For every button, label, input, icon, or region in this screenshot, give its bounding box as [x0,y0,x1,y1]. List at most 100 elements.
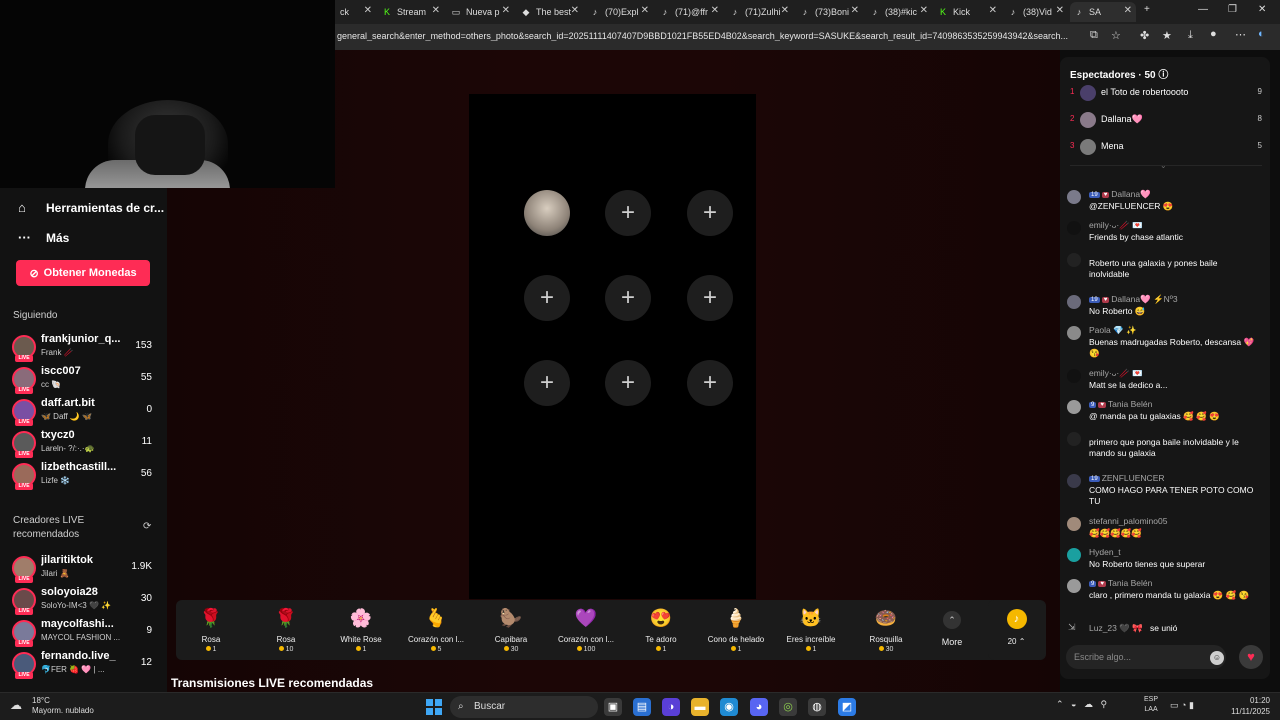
edge-icon[interactable]: ◉ [720,698,738,716]
browser-tab[interactable]: ck ✕ [336,2,376,22]
tab-close-icon[interactable]: ✕ [711,5,719,16]
clock[interactable]: 01:20 11/11/2025 [1222,695,1270,717]
new-tab-button[interactable]: + [1144,4,1150,15]
downloads-icon[interactable]: ⤓ [1188,29,1193,42]
minimize-button[interactable]: — [1198,4,1208,15]
creator-item[interactable]: LIVE soloyoia28 SoloYo-IM<3 🖤 ✨ 30 [10,586,160,618]
copilot-app-icon[interactable]: ◑ [662,698,680,716]
app-icon-green[interactable]: ◎ [779,698,797,716]
profile-icon[interactable]: ● [1210,28,1217,40]
creator-item[interactable]: LIVE maycolfashi... MAYCOL FASHION ... 9 [10,618,160,650]
gift-item[interactable]: 🌹 Rosa 10 [251,604,321,658]
browser-tab[interactable]: K Kick ✕ [934,2,1001,22]
tab-close-icon[interactable]: ✕ [432,5,440,16]
tab-close-icon[interactable]: ✕ [364,5,372,16]
tab-close-icon[interactable]: ✕ [989,5,997,16]
following-item[interactable]: LIVE frankjunior_q... Frank 🥢 153 [10,333,160,365]
gift-item[interactable]: 🌸 White Rose 1 [326,604,396,658]
gift-price-value: 100 [583,646,596,653]
menu-dots-icon[interactable]: ⋯ [1235,28,1246,41]
taskbar-search[interactable]: ⌕ Buscar [450,696,598,718]
maximize-button[interactable]: ❐ [1228,4,1237,15]
favorites-icon[interactable]: ★ [1162,29,1172,42]
gift-item[interactable]: 🦫 Capibara 30 [476,604,546,658]
add-guest-plus-icon[interactable]: + [687,275,733,321]
get-coins-button[interactable]: ⊘ Obtener Monedas [16,260,150,286]
heart-icon[interactable]: ♥ [1239,645,1263,669]
network-volume-battery-icons[interactable]: ▭ ◔ ▮ [1170,700,1194,711]
tab-label: (38)Vid [1023,7,1052,17]
sidebar-link-creator-tools[interactable]: ⌂ Herramientas de cr... [18,200,164,215]
following-item[interactable]: LIVE daff.art.bit 🦋 Daff 🌙 🦋 0 [10,397,160,429]
browser-tab[interactable]: ♪ (71)Zulhi ✕ [726,2,793,22]
gift-item[interactable]: 🐱 Eres increíble 1 [776,604,846,658]
creator-item[interactable]: LIVE fernando.live_ 🐬FER 🍓 🩷 | ... 12 [10,650,160,682]
live-badge: LIVE [15,387,33,394]
add-guest-plus-icon[interactable]: + [524,275,570,321]
task-view-icon[interactable]: ▣ [604,698,622,716]
app-icon-blue[interactable]: ◩ [838,698,856,716]
add-guest-plus-icon[interactable]: + [605,275,651,321]
browser-tab[interactable]: ◆ The best ✕ [517,2,583,22]
following-item[interactable]: LIVE txycz0 Lareln- ?/:·.·🐢 11 [10,429,160,461]
sidebar-link-more[interactable]: ··· Más [18,230,69,245]
browser-tab[interactable]: K Stream ✕ [378,2,444,22]
following-item[interactable]: LIVE iscc007 cc 🐚 55 [10,365,160,397]
host-avatar[interactable] [524,190,570,236]
file-explorer-icon[interactable]: ▬ [691,698,709,716]
gift-item[interactable]: 🍦 Cono de helado 1 [701,604,771,658]
copilot-icon[interactable]: ◐ [1258,28,1265,40]
emoji-icon[interactable]: ☺ [1210,651,1224,665]
gift-item[interactable]: 😍 Te adoro 1 [626,604,696,658]
browser-tab[interactable]: ♪ (70)Expl ✕ [586,2,653,22]
browser-tab[interactable]: ♪ SA ✕ [1070,2,1136,22]
add-guest-plus-icon[interactable]: + [687,190,733,236]
gift-item[interactable]: 🍩 Rosquilla 30 [851,604,921,658]
browser-tab[interactable]: ♪ (38)Vid ✕ [1004,2,1068,22]
language-indicator[interactable]: ESP LAA [1144,695,1158,715]
spectators-title[interactable]: Espectadores · 50 ⓘ [1070,66,1168,81]
tab-close-icon[interactable]: ✕ [571,5,579,16]
extensions-icon[interactable]: ✤ [1140,29,1149,42]
url-field[interactable]: general_search&enter_method=others_photo… [337,31,1087,41]
tab-close-icon[interactable]: ✕ [1056,5,1064,16]
tab-close-icon[interactable]: ✕ [502,5,510,16]
tab-label: ck [340,7,349,17]
bookmark-star-icon[interactable]: ☆ [1111,29,1121,42]
tab-close-icon[interactable]: ✕ [781,5,789,16]
tab-close-icon[interactable]: ✕ [851,5,859,16]
tab-close-icon[interactable]: ✕ [920,5,928,16]
browser-tab[interactable]: ♪ (71)@ffr ✕ [656,2,723,22]
add-guest-plus-icon[interactable]: + [524,360,570,406]
top-viewer-row[interactable]: 3 Mena 5 [1066,137,1262,157]
following-item[interactable]: LIVE lizbethcastill... Lizfe ❄️ 56 [10,461,160,493]
discord-icon[interactable]: ◕ [750,698,768,716]
page-icon: ◆ [522,7,530,17]
browser-tab[interactable]: ▭ Nueva p ✕ [447,2,514,22]
windows-start-icon[interactable] [426,699,442,715]
system-tray[interactable]: ⌃ ◒ ☁ ⚲ [1056,699,1107,710]
close-window-button[interactable]: ✕ [1258,4,1266,15]
add-guest-plus-icon[interactable]: + [605,190,651,236]
browser-tab[interactable]: ♪ (38)#kic ✕ [866,2,932,22]
add-guest-plus-icon[interactable]: + [687,360,733,406]
gift-item[interactable]: 🌹 Rosa 1 [176,604,246,658]
username-text: Hyden_t [1089,547,1121,557]
store-icon[interactable]: ▤ [633,698,651,716]
obs-icon[interactable]: ◍ [808,698,826,716]
open-external-icon[interactable]: ⧉ [1090,29,1098,42]
viewer-name: Dallana🩷 [1101,114,1143,124]
tab-close-icon[interactable]: ✕ [1124,5,1132,16]
browser-tab[interactable]: ♪ (73)Boni ✕ [796,2,863,22]
top-viewer-row[interactable]: 2 Dallana🩷 8 [1066,110,1262,130]
add-guest-plus-icon[interactable]: + [605,360,651,406]
chat-input[interactable]: Escribe algo... [1066,645,1226,669]
coin-balance-button[interactable]: ♪ 20 ⌃ [988,600,1045,660]
gift-item[interactable]: 💜 Corazón con l... 100 [551,604,621,658]
tab-close-icon[interactable]: ✕ [641,5,649,16]
gift-more-button[interactable]: ⌃ More [928,608,976,654]
top-viewer-row[interactable]: 1 el Toto de robertoooto 9 [1066,83,1262,103]
creator-item[interactable]: LIVE jilaritiktok Jilari 🧸 1.9K [10,554,160,586]
refresh-icon[interactable]: ⟳ [143,521,151,532]
gift-item[interactable]: 🫰 Corazón con l... 5 [401,604,471,658]
